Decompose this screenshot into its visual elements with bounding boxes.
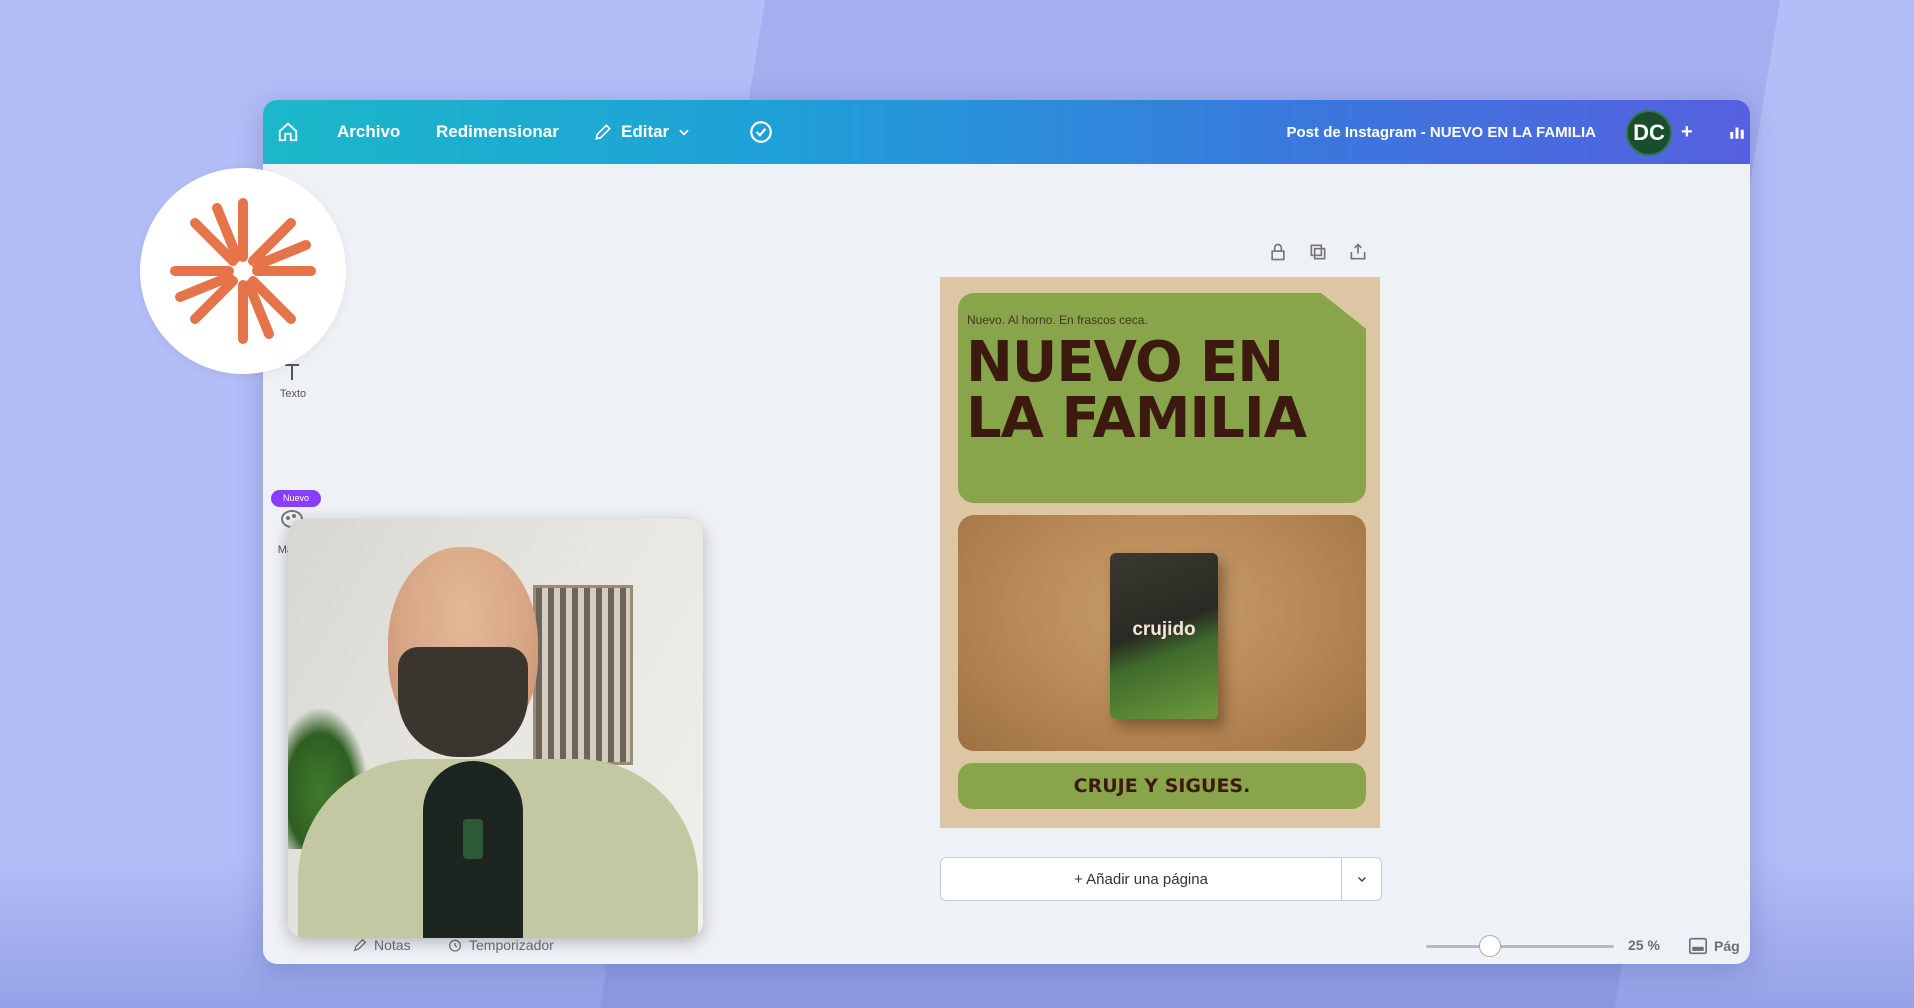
zoom-slider-thumb[interactable] [1479,935,1501,957]
cloud-check-icon [750,121,772,143]
sparkle-logo-icon [170,198,316,344]
page-actions [1268,242,1368,262]
wall-picture [533,585,633,765]
microphone-badge [463,819,483,859]
menu-resize[interactable]: Redimensionar [436,100,559,164]
pages-label: Pág [1714,938,1740,954]
duplicate-icon[interactable] [1308,242,1328,262]
chevron-down-icon [679,129,689,136]
design-tagline[interactable]: Nuevo. Al horno. En frascos ceca. [967,313,1148,327]
bar-chart-icon [1730,127,1744,139]
new-badge: Nuevo [271,490,321,507]
document-title-text: Post de Instagram - NUEVO EN LA FAMILIA [1286,123,1596,141]
pages-icon [1689,937,1707,955]
timer-icon [449,939,461,952]
invite-button[interactable]: + [1681,100,1693,164]
product-brand: crujido [1132,619,1196,640]
top-bar: Archivo Redimensionar Editar Post de Ins… [263,100,1750,164]
pencil-icon [595,124,611,140]
product-photo[interactable]: crujido [958,515,1366,751]
menu-edit[interactable]: Editar [593,100,691,164]
add-page-dropdown[interactable] [1341,858,1381,900]
design-page[interactable]: Nuevo. Al horno. En frascos ceca. NUEVO … [940,277,1380,828]
menu-file-label: Archivo [337,122,401,141]
presenter-logo [140,168,346,374]
home-icon [278,122,298,142]
zoom-level[interactable]: 25 % [1628,937,1660,953]
webcam-overlay [288,519,703,938]
share-icon[interactable] [1348,242,1368,262]
timer-label: Temporizador [469,937,554,953]
sidebar-item-text-label: Texto [279,388,307,400]
lock-icon[interactable] [1268,242,1288,262]
menu-file[interactable]: Archivo [337,100,400,164]
notes-icon [353,938,367,952]
save-status-button[interactable] [748,100,774,164]
home-button[interactable] [277,100,299,164]
insights-button[interactable] [1728,100,1746,164]
document-title[interactable]: Post de Instagram - NUEVO EN LA FAMILIA [1256,100,1596,164]
design-footer-text: CRUJE Y SIGUES. [1073,775,1251,797]
pages-button[interactable]: Pág [1688,937,1740,955]
avatar[interactable]: DC [1626,110,1672,156]
notes-label: Notas [374,937,411,953]
plus-icon: + [1681,120,1693,143]
menu-resize-label: Redimensionar [436,122,559,141]
product-bag: crujido [1110,553,1218,719]
timer-button[interactable]: Temporizador [447,937,554,953]
add-page-control: + Añadir una página [940,857,1382,901]
add-page-label: + Añadir una página [1074,870,1208,888]
zoom-slider-track[interactable] [1426,945,1614,948]
add-page-button[interactable]: + Añadir una página [941,858,1341,900]
chevron-down-icon [1357,876,1366,883]
design-footer[interactable]: CRUJE Y SIGUES. [958,763,1366,809]
menu-edit-label: Editar [621,122,670,141]
design-headline[interactable]: NUEVO EN LA FAMILIA [966,335,1307,447]
presenter-beard [398,647,528,757]
avatar-initials: DC [1633,120,1665,145]
notes-button[interactable]: Notas [352,937,411,953]
